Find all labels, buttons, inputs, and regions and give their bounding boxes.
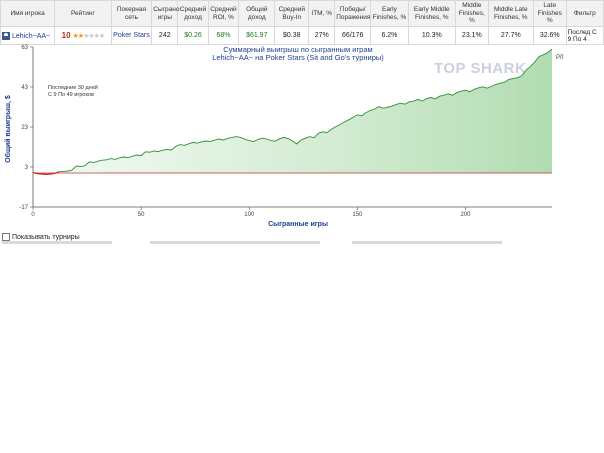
- table-header-row: Имя игрока Рейтинг Покерная сеть Сыграно…: [0, 0, 604, 27]
- y-tick-label: 3: [25, 165, 29, 171]
- header-early[interactable]: Early Finishes, %: [370, 0, 409, 27]
- header-filter: Фильтр: [565, 0, 604, 27]
- header-itm[interactable]: ITM, %: [308, 0, 336, 27]
- show-tournaments-checkbox[interactable]: [2, 233, 10, 241]
- player-name-link[interactable]: Lehich~AA~: [12, 32, 50, 39]
- rating-cell: 10 ★★★★★★: [54, 26, 112, 45]
- header-total-profit[interactable]: Общий доход: [238, 0, 276, 27]
- filter-cell: Послед С 9 По 4: [565, 26, 604, 45]
- total-profit-cell: $61.97: [238, 26, 276, 45]
- x-tick-label: 0: [31, 212, 35, 218]
- player-icon: [2, 31, 10, 40]
- header-avg-profit[interactable]: Средний доход: [177, 0, 209, 27]
- header-middle-late[interactable]: Middle Late Finishes, %: [487, 0, 534, 27]
- header-early-middle[interactable]: Early Middle Finishes, %: [407, 0, 456, 27]
- header-player[interactable]: Имя игрока: [0, 0, 56, 27]
- wins-losses-cell: 66/176: [334, 26, 372, 45]
- middle-late-cell: 27.7%: [487, 26, 534, 45]
- header-middle[interactable]: Middle Finishes, %: [454, 0, 489, 27]
- x-tick-label: 100: [244, 212, 255, 218]
- player-stats-table: Имя игрока Рейтинг Покерная сеть Сыграно…: [0, 0, 604, 45]
- y-axis-label: Общий выигрыш, $: [4, 95, 12, 163]
- header-rating[interactable]: Рейтинг: [54, 0, 112, 27]
- avg-buyin-cell: $0.38: [274, 26, 310, 45]
- y-tick-label: 43: [21, 85, 28, 91]
- chart-subtitle: Lehich~AA~ на Poker Stars (Sit and Go's …: [212, 53, 384, 62]
- topshark-watermark: TOP SHARK: [434, 60, 527, 77]
- x-tick-label: 50: [138, 212, 145, 218]
- avg-roi-cell: 68%: [207, 26, 240, 45]
- y-tick-label: 63: [21, 45, 28, 51]
- avg-profit-cell: $0.26: [177, 26, 209, 45]
- itm-cell: 27%: [308, 26, 336, 45]
- y-tick-label: -17: [19, 205, 28, 211]
- star-empty-icon: ★: [98, 33, 105, 40]
- late-cell: 32.6%: [532, 26, 567, 45]
- show-tournaments-toggle[interactable]: Показывать турниры: [2, 233, 502, 244]
- player-cell[interactable]: Lehich~AA~: [0, 26, 56, 45]
- separator-bar: [2, 241, 602, 244]
- rating-value: 10: [61, 31, 71, 40]
- x-axis-label: Сыгранные игры: [268, 221, 328, 228]
- x-tick-label: 200: [460, 212, 471, 218]
- show-tournaments-label: Показывать турниры: [12, 233, 80, 241]
- header-games[interactable]: Сыграно игры: [151, 0, 179, 27]
- header-avg-buyin[interactable]: Средний Buy-In: [274, 0, 310, 27]
- header-late[interactable]: Late Finishes %: [532, 0, 567, 27]
- y-tick-label: 23: [21, 125, 28, 131]
- header-avg-roi[interactable]: Средний ROI, %: [207, 0, 240, 27]
- early-cell: 6.2%: [370, 26, 409, 45]
- rating-stars: ★★★★★★: [73, 33, 106, 40]
- period-note: Последние 30 дней: [48, 84, 98, 91]
- middle-cell: 23.1%: [454, 26, 489, 45]
- games-cell: 242: [151, 26, 179, 45]
- corner-label: РЛ: [556, 55, 564, 61]
- header-network[interactable]: Покерная сеть: [110, 0, 153, 27]
- period-note: С 9 По 49 игроков: [48, 92, 94, 98]
- early-middle-cell: 10.3%: [407, 26, 456, 45]
- x-tick-label: 150: [352, 212, 363, 218]
- table-row: Lehich~AA~ 10 ★★★★★★ Poker Stars 242 $0.…: [0, 26, 604, 45]
- network-cell[interactable]: Poker Stars: [110, 26, 153, 45]
- header-wins-losses[interactable]: Победы/ Поражения: [334, 0, 372, 27]
